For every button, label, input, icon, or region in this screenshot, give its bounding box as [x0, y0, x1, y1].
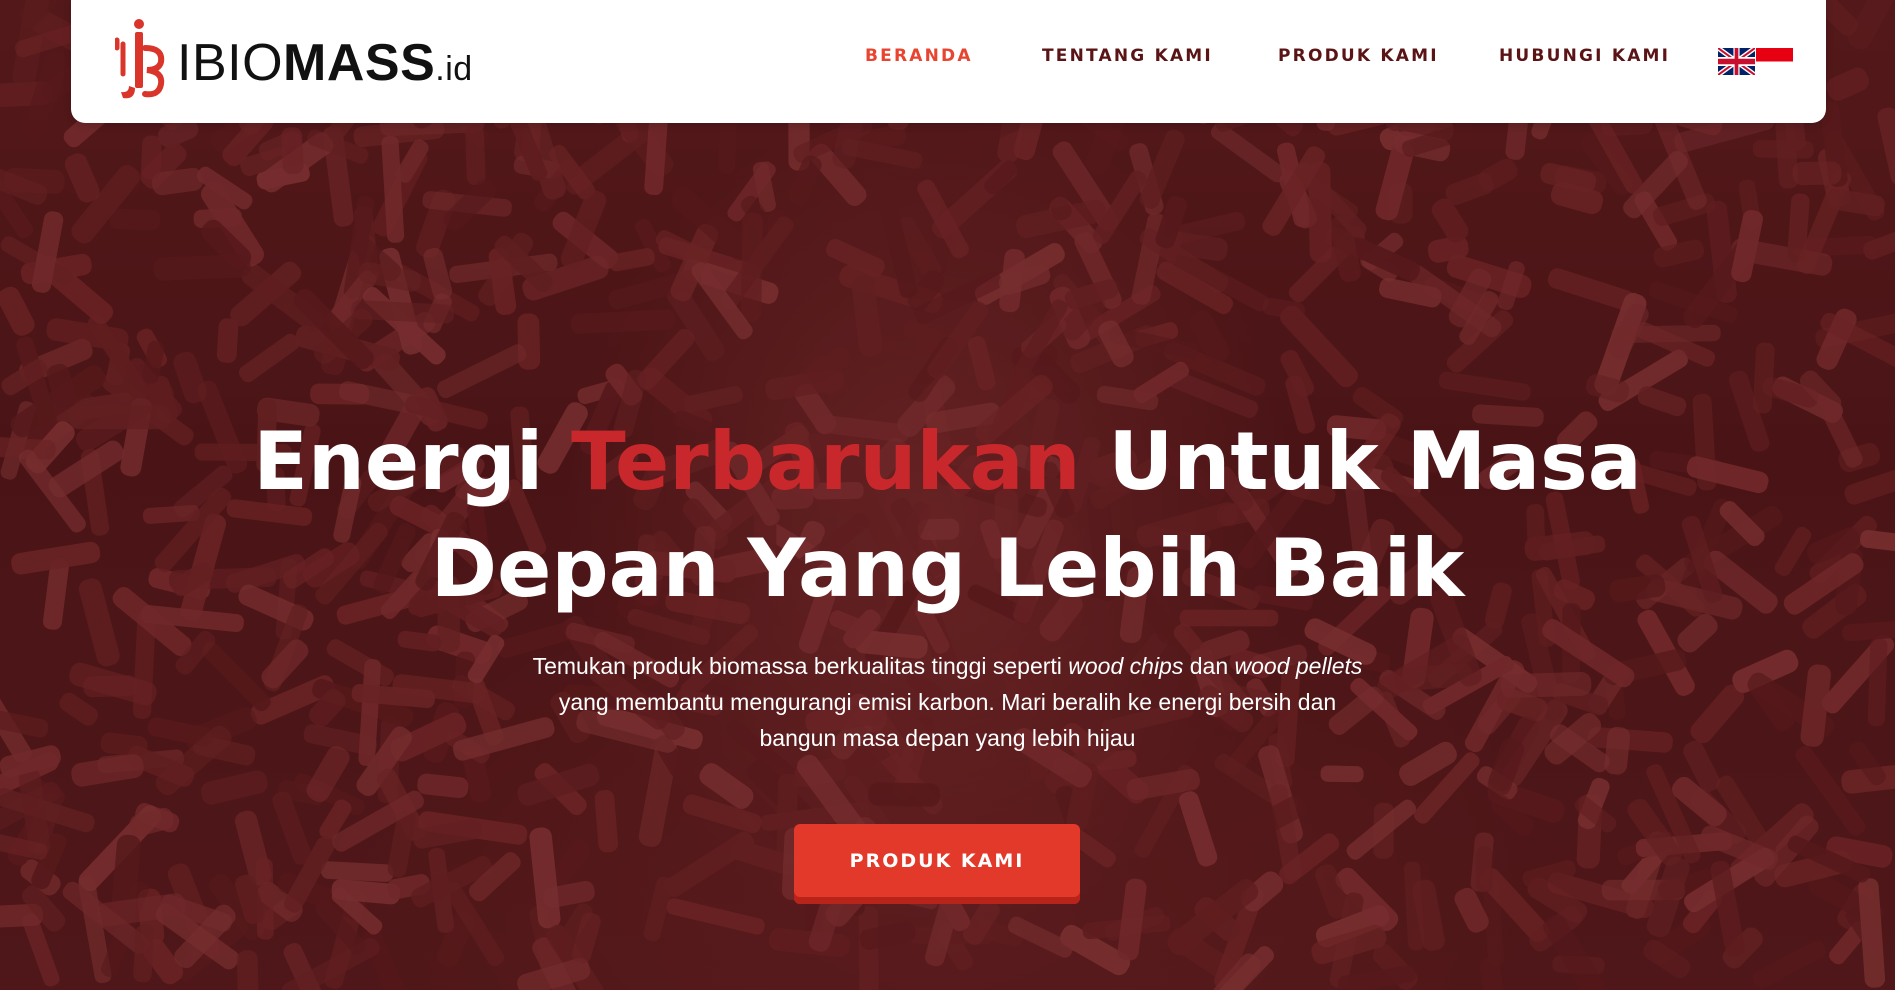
headline-part2: Untuk Masa — [1080, 415, 1642, 508]
headline-line2: Depan Yang Lebih Baik — [430, 522, 1465, 615]
hero-headline: Energi Terbarukan Untuk Masa Depan Yang … — [0, 408, 1895, 622]
nav-item-tentang-kami[interactable]: TENTANG KAMI — [1042, 46, 1213, 66]
description-middle: dan — [1183, 653, 1235, 679]
main-nav: BERANDA TENTANG KAMI PRODUK KAMI HUBUNGI… — [71, 46, 1826, 76]
headline-highlight: Terbarukan — [571, 415, 1081, 508]
produk-kami-button[interactable]: PRODUK KAMI — [794, 824, 1080, 904]
headline-part1: Energi — [253, 415, 572, 508]
indonesia-flag-icon[interactable] — [1756, 48, 1793, 75]
hero-description: Temukan produk biomassa berkualitas ting… — [0, 648, 1895, 756]
uk-flag-icon[interactable] — [1718, 48, 1755, 75]
nav-item-hubungi-kami[interactable]: HUBUNGI KAMI — [1499, 46, 1670, 66]
description-term-wood-pellets: wood pellets — [1234, 653, 1363, 679]
navbar: IBIOMASS.id BERANDA TENTANG KAMI PRODUK … — [71, 0, 1826, 123]
description-line3: bangun masa depan yang lebih hijau — [759, 725, 1136, 751]
description-term-wood-chips: wood chips — [1068, 653, 1184, 679]
description-before: Temukan produk biomassa berkualitas ting… — [532, 653, 1069, 679]
description-line2: yang membantu mengurangi emisi karbon. M… — [558, 689, 1337, 715]
nav-item-produk-kami[interactable]: PRODUK KAMI — [1278, 46, 1439, 66]
nav-item-beranda[interactable]: BERANDA — [865, 46, 973, 66]
